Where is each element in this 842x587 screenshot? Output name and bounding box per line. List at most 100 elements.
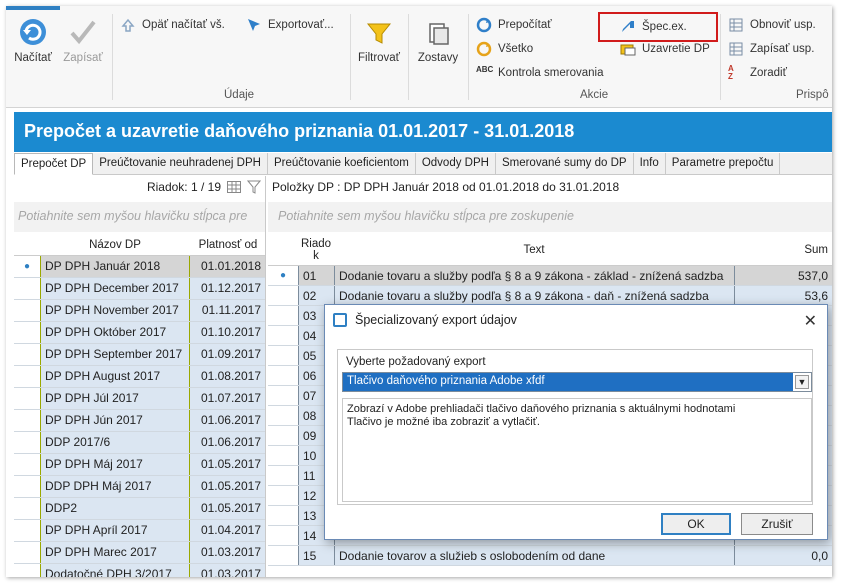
cell-nazov[interactable]: DP DPH December 2017: [40, 278, 190, 299]
cell-platnost[interactable]: 01.11.2017: [190, 300, 265, 321]
chevron-down-icon[interactable]: ▼: [795, 375, 809, 389]
table-row[interactable]: DP DPH Október 2017 01.10.2017: [14, 322, 265, 344]
ok-button[interactable]: OK: [661, 513, 731, 535]
cell-nazov[interactable]: DP DPH Máj 2017: [40, 454, 190, 475]
table-row[interactable]: DP DPH September 2017 01.09.2017: [14, 344, 265, 366]
nacitat-button[interactable]: Načítať: [12, 16, 54, 64]
cell-nazov[interactable]: DP DPH Jún 2017: [40, 410, 190, 431]
cell-text[interactable]: Dodanie tovaru a služby podľa § 8 a 9 zá…: [334, 266, 734, 285]
cell-text[interactable]: Dodanie tovaru a služby podľa § 8 a 9 zá…: [334, 286, 734, 305]
cell-platnost[interactable]: 01.08.2017: [190, 366, 265, 387]
ribbon-separator: [408, 14, 409, 100]
indicator-header: [268, 236, 298, 265]
zoradit-button[interactable]: AZ Zoradiť: [728, 64, 787, 82]
vsetko-button[interactable]: Všetko: [476, 40, 533, 58]
spec-ex-button[interactable]: Špec.ex.: [620, 18, 687, 36]
cell-nazov[interactable]: DP DPH Júl 2017: [40, 388, 190, 409]
tab-prepocet-dp[interactable]: Prepočet DP: [14, 153, 94, 175]
filter-icon[interactable]: [247, 180, 261, 194]
exportovat-button[interactable]: Exportovať...: [246, 16, 334, 34]
cell-text[interactable]: Dodanie tovarov a služieb s oslobodením …: [334, 546, 734, 565]
table-row[interactable]: 02 Dodanie tovaru a služby podľa § 8 a 9 …: [268, 286, 832, 306]
obnovit-usp-button[interactable]: Obnoviť usp.: [728, 16, 816, 34]
table-row[interactable]: ● DP DPH Január 2018 01.01.2018: [14, 256, 265, 278]
cell-platnost[interactable]: 01.05.2017: [190, 498, 265, 519]
grid-view-icon[interactable]: [227, 181, 241, 193]
zostavy-button[interactable]: Zostavy: [414, 20, 462, 64]
cell-platnost[interactable]: 01.09.2017: [190, 344, 265, 365]
cell-platnost[interactable]: 01.07.2017: [190, 388, 265, 409]
prepocitat-button[interactable]: Prepočítať: [476, 16, 552, 34]
table-row[interactable]: DP DPH Marec 2017 01.03.2017: [14, 542, 265, 564]
table-row[interactable]: DDP2 01.05.2017: [14, 498, 265, 520]
cell-platnost[interactable]: 01.10.2017: [190, 322, 265, 343]
cell-riadok[interactable]: 15: [298, 546, 334, 565]
uzavretie-button[interactable]: Uzavretie DP: [620, 40, 710, 58]
cell-platnost[interactable]: 01.03.2017: [190, 564, 265, 577]
cell-nazov[interactable]: DP DPH Október 2017: [40, 322, 190, 343]
cell-nazov[interactable]: DP DPH Apríl 2017: [40, 520, 190, 541]
cell-platnost[interactable]: 01.05.2017: [190, 476, 265, 497]
cell-riadok[interactable]: 01: [298, 266, 334, 285]
cell-platnost[interactable]: 01.03.2017: [190, 542, 265, 563]
group-by-area[interactable]: Potiahnite sem myšou hlavičku stĺpca pre: [14, 202, 265, 232]
table-row[interactable]: DP DPH Máj 2017 01.05.2017: [14, 454, 265, 476]
export-group: Vyberte požadovaný export Tlačivo daňové…: [337, 349, 813, 505]
table-row[interactable]: ● 01 Dodanie tovaru a služby podľa § 8 a 9…: [268, 266, 832, 286]
kontrola-button[interactable]: ABC Kontrola smerovania: [476, 64, 603, 82]
column-header-suma[interactable]: Sum: [734, 236, 832, 265]
table-row[interactable]: DP DPH Jún 2017 01.06.2017: [14, 410, 265, 432]
table-row[interactable]: 15 Dodanie tovarov a služieb s oslobodení…: [268, 546, 832, 566]
table-row[interactable]: DP DPH Júl 2017 01.07.2017: [14, 388, 265, 410]
zapisat-usp-button[interactable]: Zapísať usp.: [728, 40, 814, 58]
table-row[interactable]: DP DPH Apríl 2017 01.04.2017: [14, 520, 265, 542]
cell-nazov[interactable]: DDP2: [40, 498, 190, 519]
cell-nazov[interactable]: DP DPH November 2017: [40, 300, 190, 321]
table-row[interactable]: Dodatočné DPH 3/2017 01.03.2017: [14, 564, 265, 577]
cell-suma[interactable]: 53,6: [734, 286, 832, 305]
cell-platnost[interactable]: 01.06.2017: [190, 410, 265, 431]
row-indicator: [268, 466, 298, 485]
cell-nazov[interactable]: DDP 2017/6: [40, 432, 190, 453]
row-indicator: [14, 498, 40, 519]
opat-nacitat-button[interactable]: Opäť načítať vš.: [120, 16, 225, 34]
cell-suma[interactable]: 537,0: [734, 266, 832, 285]
cell-platnost[interactable]: 01.06.2017: [190, 432, 265, 453]
table-row[interactable]: DP DPH November 2017 01.11.2017: [14, 300, 265, 322]
cell-platnost[interactable]: 01.05.2017: [190, 454, 265, 475]
cell-nazov[interactable]: DP DPH September 2017: [40, 344, 190, 365]
table-row[interactable]: DP DPH December 2017 01.12.2017: [14, 278, 265, 300]
column-header-text[interactable]: Text: [334, 236, 734, 265]
export-type-select[interactable]: Tlačivo daňového priznania Adobe xfdf ▼: [342, 372, 812, 392]
items-caption: Položky DP : DP DPH Január 2018 od 01.01…: [272, 180, 620, 194]
cancel-button[interactable]: Zrušiť: [741, 513, 813, 535]
column-header-platnost[interactable]: Platnosť od: [190, 236, 265, 255]
zapisat-button[interactable]: Zapísať: [60, 16, 106, 64]
group-by-area[interactable]: Potiahnite sem myšou hlavičku stĺpca pre…: [268, 202, 832, 232]
cell-nazov[interactable]: DP DPH August 2017: [40, 366, 190, 387]
tab-parametre-prepoctu[interactable]: Parametre prepočtu: [665, 153, 781, 174]
cell-nazov[interactable]: DDP DPH Máj 2017: [40, 476, 190, 497]
cell-nazov[interactable]: DP DPH Marec 2017: [40, 542, 190, 563]
tab-odvody-dph[interactable]: Odvody DPH: [415, 153, 496, 174]
close-icon[interactable]: ✕: [804, 311, 817, 331]
tab-smerovane-sumy[interactable]: Smerované sumy do DP: [495, 153, 634, 174]
cell-riadok[interactable]: 02: [298, 286, 334, 305]
table-row[interactable]: DP DPH August 2017 01.08.2017: [14, 366, 265, 388]
cell-platnost[interactable]: 01.12.2017: [190, 278, 265, 299]
tab-preuctovanie-neuhradenej[interactable]: Preúčtovanie neuhradenej DPH: [93, 153, 268, 174]
column-header-nazov[interactable]: Názov DP: [40, 236, 190, 255]
window-icon: [333, 313, 347, 327]
table-row[interactable]: DDP 2017/6 01.06.2017: [14, 432, 265, 454]
column-header-riadok[interactable]: Riado k: [298, 236, 334, 265]
cell-nazov[interactable]: DP DPH Január 2018: [40, 256, 190, 277]
table-row[interactable]: DDP DPH Máj 2017 01.05.2017: [14, 476, 265, 498]
cell-platnost[interactable]: 01.01.2018: [190, 256, 265, 277]
tab-preuctovanie-koeficientom[interactable]: Preúčtovanie koeficientom: [267, 153, 416, 174]
cell-nazov[interactable]: Dodatočné DPH 3/2017: [40, 564, 190, 577]
cell-suma[interactable]: 0,0: [734, 546, 832, 565]
filtrovat-button[interactable]: Filtrovať: [354, 20, 404, 64]
cell-platnost[interactable]: 01.04.2017: [190, 520, 265, 541]
tab-info[interactable]: Info: [633, 153, 666, 174]
close-period-icon: [620, 41, 636, 57]
